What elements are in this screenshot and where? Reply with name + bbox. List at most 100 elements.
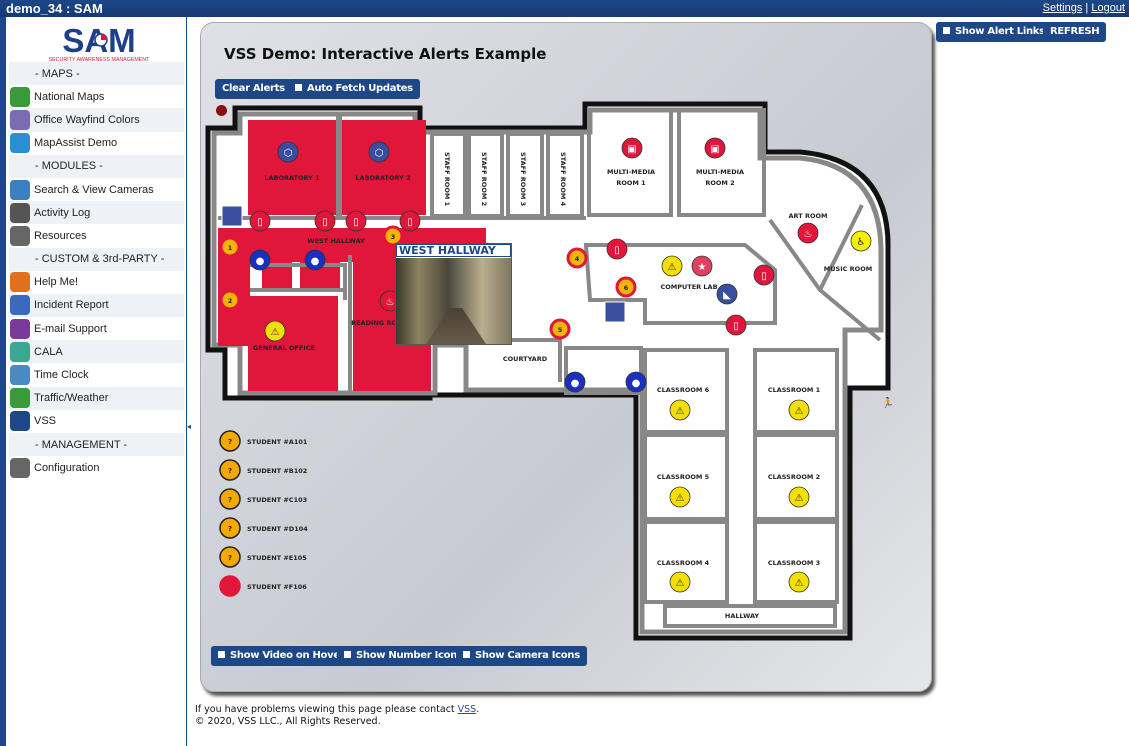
camera-marker[interactable]: 5 <box>549 318 571 340</box>
warning-icon[interactable]: ⚠ <box>669 399 691 421</box>
footer: If you have problems viewing this page p… <box>195 704 479 728</box>
multimedia-icon[interactable]: ▣ <box>621 137 643 159</box>
room-label: CLASSROOM 3 <box>768 559 820 567</box>
room-label: GENERAL OFFICE <box>253 344 315 352</box>
svg-text:▣: ▣ <box>710 144 719 155</box>
room-label: CLASSROOM 6 <box>657 386 710 394</box>
svg-text:▯: ▯ <box>614 245 620 256</box>
warning-icon[interactable]: ⚠ <box>788 399 810 421</box>
svg-text:4: 4 <box>575 255 580 263</box>
svg-text:?: ? <box>228 554 232 562</box>
lab-icon[interactable]: ⬡ <box>277 141 299 163</box>
warning-icon[interactable]: ⚠ <box>788 486 810 508</box>
room-label: ROOM 2 <box>705 179 734 187</box>
student-legend-item[interactable]: ? STUDENT #B102 <box>219 459 307 481</box>
warning-icon[interactable]: ⚠ <box>669 486 691 508</box>
room-label: MULTI-MEDIA <box>607 168 655 176</box>
svg-text:▯: ▯ <box>257 217 263 228</box>
door-alert-icon[interactable]: ▯ <box>249 210 271 232</box>
door-alert-icon[interactable]: ▯ <box>753 264 775 286</box>
video-feed <box>396 258 511 344</box>
door-alert-icon[interactable]: ▯ <box>399 210 421 232</box>
vss-contact-link[interactable]: VSS <box>458 704 477 715</box>
student-legend-item[interactable]: ? STUDENT #E105 <box>219 546 307 568</box>
svg-text:▣: ▣ <box>627 144 636 155</box>
warning-icon[interactable]: ⚠ <box>661 255 683 277</box>
fire-icon[interactable]: ♨ <box>797 222 819 244</box>
keypad-icon[interactable] <box>221 205 243 227</box>
room-label: MULTI-MEDIA <box>696 168 744 176</box>
room-label: LABORATORY 1 <box>264 174 320 182</box>
student-label: STUDENT #F106 <box>247 583 307 591</box>
water-icon[interactable]: ● <box>249 249 271 271</box>
svg-text:▯: ▯ <box>761 271 767 282</box>
svg-text:⚠: ⚠ <box>668 262 677 273</box>
svg-text:▯: ▯ <box>407 217 413 228</box>
door-alert-icon[interactable]: ▯ <box>606 238 628 260</box>
lab-icon[interactable]: ⬡ <box>368 141 390 163</box>
student-label: STUDENT #D104 <box>247 525 308 533</box>
camera-video-popup[interactable]: WEST HALLWAY <box>395 243 512 345</box>
svg-text:♨: ♨ <box>386 297 395 308</box>
student-label: STUDENT #A101 <box>247 438 308 446</box>
water-icon[interactable]: ● <box>564 371 586 393</box>
door-alert-icon[interactable]: ▯ <box>314 210 336 232</box>
camera-marker[interactable]: 6 <box>615 276 637 298</box>
room-label: ROOM 1 <box>616 179 646 187</box>
keypad-icon[interactable] <box>604 301 626 323</box>
svg-text:▯: ▯ <box>322 217 328 228</box>
emergency-exit-icon[interactable]: 🏃 <box>882 396 894 409</box>
door-alert-icon[interactable]: ▯ <box>725 314 747 336</box>
water-icon[interactable]: ● <box>625 371 647 393</box>
svg-text:1: 1 <box>228 244 233 252</box>
svg-text:?: ? <box>228 438 232 446</box>
svg-text:♿: ♿ <box>857 237 866 248</box>
student-legend-item[interactable]: ? STUDENT #C103 <box>219 488 307 510</box>
warning-icon[interactable]: ⚠ <box>264 320 286 342</box>
svg-text:2: 2 <box>228 297 233 305</box>
svg-text:?: ? <box>228 525 232 533</box>
sink-icon[interactable]: ◣ <box>716 283 738 305</box>
room-label: CLASSROOM 4 <box>657 559 710 567</box>
camera-marker[interactable]: 4 <box>566 247 588 269</box>
svg-text:⚠: ⚠ <box>676 578 685 589</box>
footer-dot: . <box>476 704 480 715</box>
svg-text:▯: ▯ <box>733 321 739 332</box>
multimedia-icon[interactable]: ▣ <box>704 137 726 159</box>
restroom-icon[interactable]: ♿ <box>850 230 872 252</box>
room-label: STAFF ROOM 3 <box>519 152 527 206</box>
room-label: COURTYARD <box>503 355 548 363</box>
warning-icon[interactable]: ⚠ <box>788 571 810 593</box>
camera-marker[interactable]: 2 <box>219 289 241 311</box>
svg-text:●: ● <box>571 378 580 389</box>
svg-text:◣: ◣ <box>723 290 731 301</box>
room-label: MUSIC ROOM <box>824 265 872 273</box>
copyright: © 2020, VSS LLC., All Rights Reserved. <box>195 716 381 727</box>
warning-icon[interactable]: ⚠ <box>669 571 691 593</box>
water-icon[interactable]: ● <box>304 249 326 271</box>
student-label: STUDENT #B102 <box>247 467 307 475</box>
room-label: STAFF ROOM 1 <box>443 152 451 207</box>
svg-text:⚠: ⚠ <box>271 327 280 338</box>
room-label: STAFF ROOM 2 <box>480 152 488 206</box>
badge-icon[interactable]: ★ <box>691 255 713 277</box>
svg-text:♨: ♨ <box>804 229 813 240</box>
camera-marker[interactable]: 1 <box>219 236 241 258</box>
svg-text:⬡: ⬡ <box>375 148 384 159</box>
svg-text:5: 5 <box>558 326 563 334</box>
footer-text: If you have problems viewing this page p… <box>195 704 458 715</box>
room-label: ART ROOM <box>789 212 828 220</box>
room-label: STAFF ROOM 4 <box>559 152 567 207</box>
svg-text:●: ● <box>256 256 265 267</box>
svg-text:?: ? <box>228 467 232 475</box>
room-label: HALLWAY <box>725 612 760 620</box>
video-title: WEST HALLWAY <box>396 244 511 257</box>
student-legend-item[interactable]: STUDENT #F106 <box>219 575 307 597</box>
svg-text:⚠: ⚠ <box>676 493 685 504</box>
svg-text:⚠: ⚠ <box>795 493 804 504</box>
svg-text:?: ? <box>228 496 232 504</box>
door-alert-icon[interactable]: ▯ <box>345 210 367 232</box>
student-legend-item[interactable]: ? STUDENT #A101 <box>219 430 308 452</box>
student-legend-item[interactable]: ? STUDENT #D104 <box>219 517 308 539</box>
svg-text:🏃: 🏃 <box>882 396 894 409</box>
